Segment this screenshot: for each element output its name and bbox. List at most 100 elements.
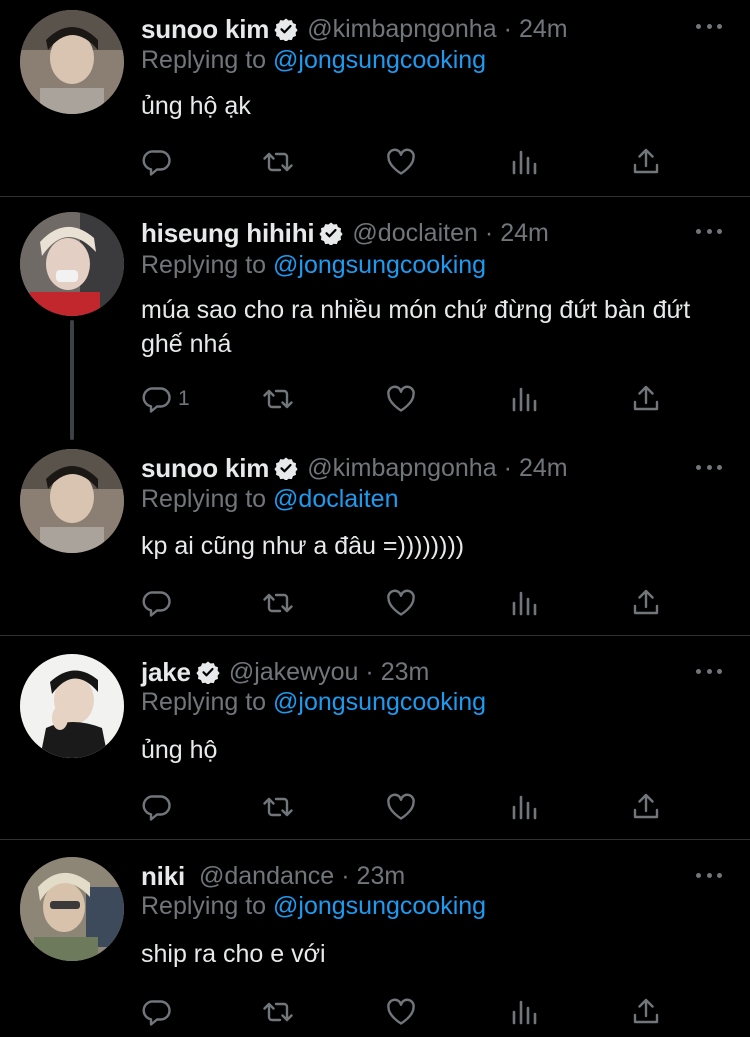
- tweet-0[interactable]: sunoo kim @kimbapngonha · 24m Replying t…: [0, 0, 750, 196]
- like-button[interactable]: [384, 586, 418, 620]
- like-button[interactable]: [384, 790, 418, 824]
- analytics-icon: [507, 995, 541, 1029]
- retweet-icon: [261, 382, 295, 416]
- reply-button[interactable]: [140, 586, 178, 620]
- like-button[interactable]: [384, 995, 418, 1029]
- tweet-3[interactable]: jake @jakewyou · 23m Replying to @jongsu…: [0, 636, 750, 839]
- like-icon: [384, 586, 418, 620]
- replying-to: Replying to @doclaiten: [141, 485, 398, 514]
- tweet-1[interactable]: hiseung hihihi @doclaiten · 24m Replying…: [0, 197, 750, 440]
- mention-link[interactable]: @jongsungcooking: [273, 46, 486, 74]
- display-name[interactable]: niki: [141, 861, 185, 892]
- retweet-button[interactable]: [261, 790, 295, 824]
- reply-icon: [140, 145, 174, 179]
- analytics-icon: [507, 790, 541, 824]
- reply-button[interactable]: [140, 995, 178, 1029]
- action-bar: [140, 790, 680, 824]
- retweet-button[interactable]: [261, 995, 295, 1029]
- like-icon: [384, 790, 418, 824]
- timestamp[interactable]: 23m: [357, 862, 406, 891]
- action-bar: 1: [140, 382, 680, 416]
- handle[interactable]: @kimbapngonha: [307, 454, 496, 483]
- like-button[interactable]: [384, 382, 418, 416]
- more-horizontal-icon[interactable]: [696, 460, 722, 474]
- verified-badge-icon: [319, 221, 344, 245]
- more-horizontal-icon[interactable]: [696, 664, 722, 678]
- retweet-button[interactable]: [261, 382, 295, 416]
- tweet-text: múa sao cho ra nhiều món chứ đừng đứt bà…: [141, 296, 691, 358]
- more-horizontal-icon[interactable]: [696, 224, 722, 238]
- display-name[interactable]: sunoo kim: [141, 14, 269, 45]
- tweet-text: kp ai cũng như a đâu =)))))))): [141, 532, 465, 560]
- display-name[interactable]: sunoo kim: [141, 453, 269, 484]
- replying-prefix: Replying to: [141, 485, 267, 513]
- reply-icon: [140, 790, 174, 824]
- analytics-button[interactable]: [507, 790, 541, 824]
- retweet-button[interactable]: [261, 145, 295, 179]
- tweet-4[interactable]: niki @dandance · 23m Replying to @jongsu…: [0, 840, 750, 1037]
- like-icon: [384, 995, 418, 1029]
- analytics-icon: [507, 586, 541, 620]
- timestamp[interactable]: 24m: [519, 454, 568, 483]
- tweet-text: ủng hộ: [141, 736, 218, 764]
- display-name[interactable]: hiseung hihihi: [141, 218, 315, 249]
- share-icon: [629, 145, 663, 179]
- avatar[interactable]: [20, 449, 124, 553]
- like-button[interactable]: [384, 145, 418, 179]
- share-button[interactable]: [629, 790, 663, 824]
- avatar[interactable]: [20, 10, 124, 114]
- tweet-2[interactable]: sunoo kim @kimbapngonha · 24m Replying t…: [0, 433, 750, 635]
- like-icon: [384, 145, 418, 179]
- timestamp[interactable]: 24m: [500, 219, 549, 248]
- handle[interactable]: @doclaiten: [352, 219, 477, 248]
- replying-to: Replying to @jongsungcooking: [141, 688, 486, 717]
- reply-button[interactable]: [140, 145, 178, 179]
- reply-count: 1: [178, 387, 190, 410]
- analytics-button[interactable]: [507, 586, 541, 620]
- analytics-icon: [507, 145, 541, 179]
- share-button[interactable]: [629, 995, 663, 1029]
- tweet-text: ship ra cho e với: [141, 940, 326, 968]
- retweet-icon: [261, 995, 295, 1029]
- handle[interactable]: @jakewyou: [229, 658, 359, 687]
- replying-prefix: Replying to: [141, 892, 267, 920]
- analytics-button[interactable]: [507, 995, 541, 1029]
- mention-link[interactable]: @jongsungcooking: [273, 251, 486, 279]
- timestamp[interactable]: 23m: [381, 658, 430, 687]
- analytics-button[interactable]: [507, 145, 541, 179]
- analytics-icon: [507, 382, 541, 416]
- avatar[interactable]: [20, 857, 124, 961]
- share-button[interactable]: [629, 382, 663, 416]
- handle[interactable]: @dandance: [199, 862, 334, 891]
- avatar[interactable]: [20, 654, 124, 758]
- action-bar: [140, 995, 680, 1029]
- timestamp[interactable]: 24m: [519, 15, 568, 44]
- retweet-button[interactable]: [261, 586, 295, 620]
- tweet-text: ủng hộ ạk: [141, 92, 251, 120]
- replying-to: Replying to @jongsungcooking: [141, 892, 486, 921]
- separator-dot: ·: [503, 453, 512, 482]
- like-icon: [384, 382, 418, 416]
- mention-link[interactable]: @doclaiten: [273, 485, 398, 513]
- verified-badge-icon: [274, 456, 298, 480]
- mention-link[interactable]: @jongsungcooking: [273, 892, 486, 920]
- avatar[interactable]: [20, 212, 124, 316]
- handle[interactable]: @kimbapngonha: [307, 15, 496, 44]
- share-button[interactable]: [629, 145, 663, 179]
- display-name[interactable]: jake: [141, 657, 191, 688]
- separator-dot: ·: [484, 218, 494, 247]
- analytics-button[interactable]: [507, 382, 541, 416]
- more-horizontal-icon[interactable]: [696, 19, 722, 33]
- action-bar: [140, 586, 680, 620]
- separator-dot: ·: [341, 861, 350, 890]
- reply-button[interactable]: 1: [140, 382, 190, 416]
- thread-line: [70, 320, 74, 440]
- reply-icon: [140, 382, 174, 416]
- reply-button[interactable]: [140, 790, 178, 824]
- retweet-icon: [261, 145, 295, 179]
- separator-dot: ·: [503, 14, 512, 43]
- more-horizontal-icon[interactable]: [696, 868, 722, 882]
- retweet-icon: [261, 790, 295, 824]
- share-button[interactable]: [629, 586, 663, 620]
- mention-link[interactable]: @jongsungcooking: [273, 688, 486, 716]
